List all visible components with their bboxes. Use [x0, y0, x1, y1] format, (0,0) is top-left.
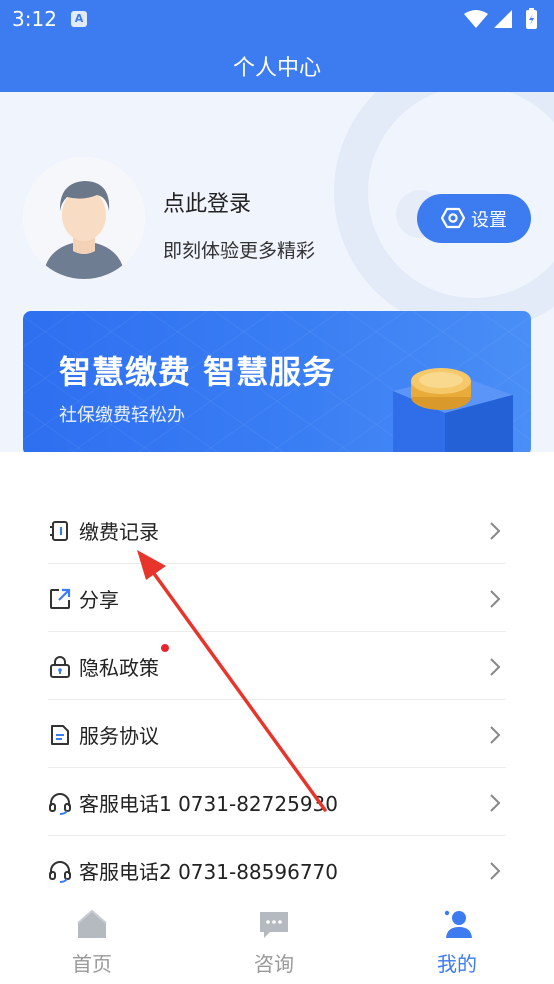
tab-label: 咨询: [254, 952, 294, 976]
chevron-right-icon: [490, 658, 501, 676]
settings-gear-icon: [441, 207, 465, 229]
default-user-icon: [23, 157, 145, 279]
menu-item-share[interactable]: 分享: [48, 565, 506, 632]
banner-headline: 智慧缴费 智慧服务: [59, 353, 336, 391]
page-title: 个人中心: [232, 56, 321, 81]
tab-consult[interactable]: 咨询: [182, 902, 366, 984]
menu-item-hotline-1[interactable]: 客服电话1 0731-82725930: [48, 769, 506, 836]
chevron-right-icon: [490, 522, 501, 540]
menu-item-hotline-2[interactable]: 客服电话2 0731-88596770: [48, 837, 506, 904]
settings-button[interactable]: 设置: [417, 194, 531, 243]
notification-dot: [161, 644, 169, 652]
menu-label: 分享: [79, 588, 119, 612]
lock-icon: [50, 656, 70, 678]
menu-label: 隐私政策: [79, 656, 159, 680]
system-status-icons: [464, 8, 537, 29]
headset-icon: [49, 861, 71, 883]
menu-item-service-agreement[interactable]: 服务协议: [48, 701, 506, 768]
menu-label: 缴费记录: [79, 520, 159, 544]
menu-item-payment-record[interactable]: 缴费记录: [48, 497, 506, 564]
home-icon: [77, 909, 107, 938]
login-link[interactable]: 点此登录: [163, 186, 251, 218]
wifi-icon: [464, 10, 488, 28]
bottom-tab-bar: 首页 咨询 我的: [0, 902, 554, 984]
tab-label: 首页: [72, 952, 112, 976]
headset-icon: [49, 793, 71, 815]
chevron-right-icon: [490, 794, 501, 812]
status-bar: 3:12 A: [0, 0, 554, 38]
share-icon: [50, 588, 71, 609]
menu-label: 客服电话2 0731-88596770: [79, 860, 338, 884]
status-time: 3:12: [12, 7, 57, 31]
menu-item-privacy-policy[interactable]: 隐私政策: [48, 633, 506, 700]
chevron-right-icon: [490, 726, 501, 744]
chevron-right-icon: [490, 590, 501, 608]
app-header: 个人中心: [0, 38, 554, 92]
settings-label: 设置: [471, 210, 507, 231]
tab-mine[interactable]: 我的: [365, 902, 549, 984]
payment-record-icon: [50, 521, 68, 541]
chevron-right-icon: [490, 862, 501, 880]
chat-icon: [260, 912, 288, 938]
tab-label: 我的: [437, 952, 477, 976]
notification-app-icon: A: [71, 11, 87, 27]
menu-label: 服务协议: [79, 724, 159, 748]
user-icon: [444, 910, 472, 938]
avatar[interactable]: [23, 157, 145, 279]
promo-banner[interactable]: 智慧缴费 智慧服务 社保缴费轻松办: [23, 311, 531, 456]
tab-home[interactable]: 首页: [0, 902, 184, 984]
menu-label: 客服电话1 0731-82725930: [79, 792, 338, 816]
signal-icon: [494, 10, 512, 28]
document-icon: [51, 725, 69, 745]
banner-subtitle: 社保缴费轻松办: [59, 405, 185, 426]
login-subtitle: 即刻体验更多精彩: [163, 240, 316, 262]
coins-illustration: [393, 368, 513, 456]
